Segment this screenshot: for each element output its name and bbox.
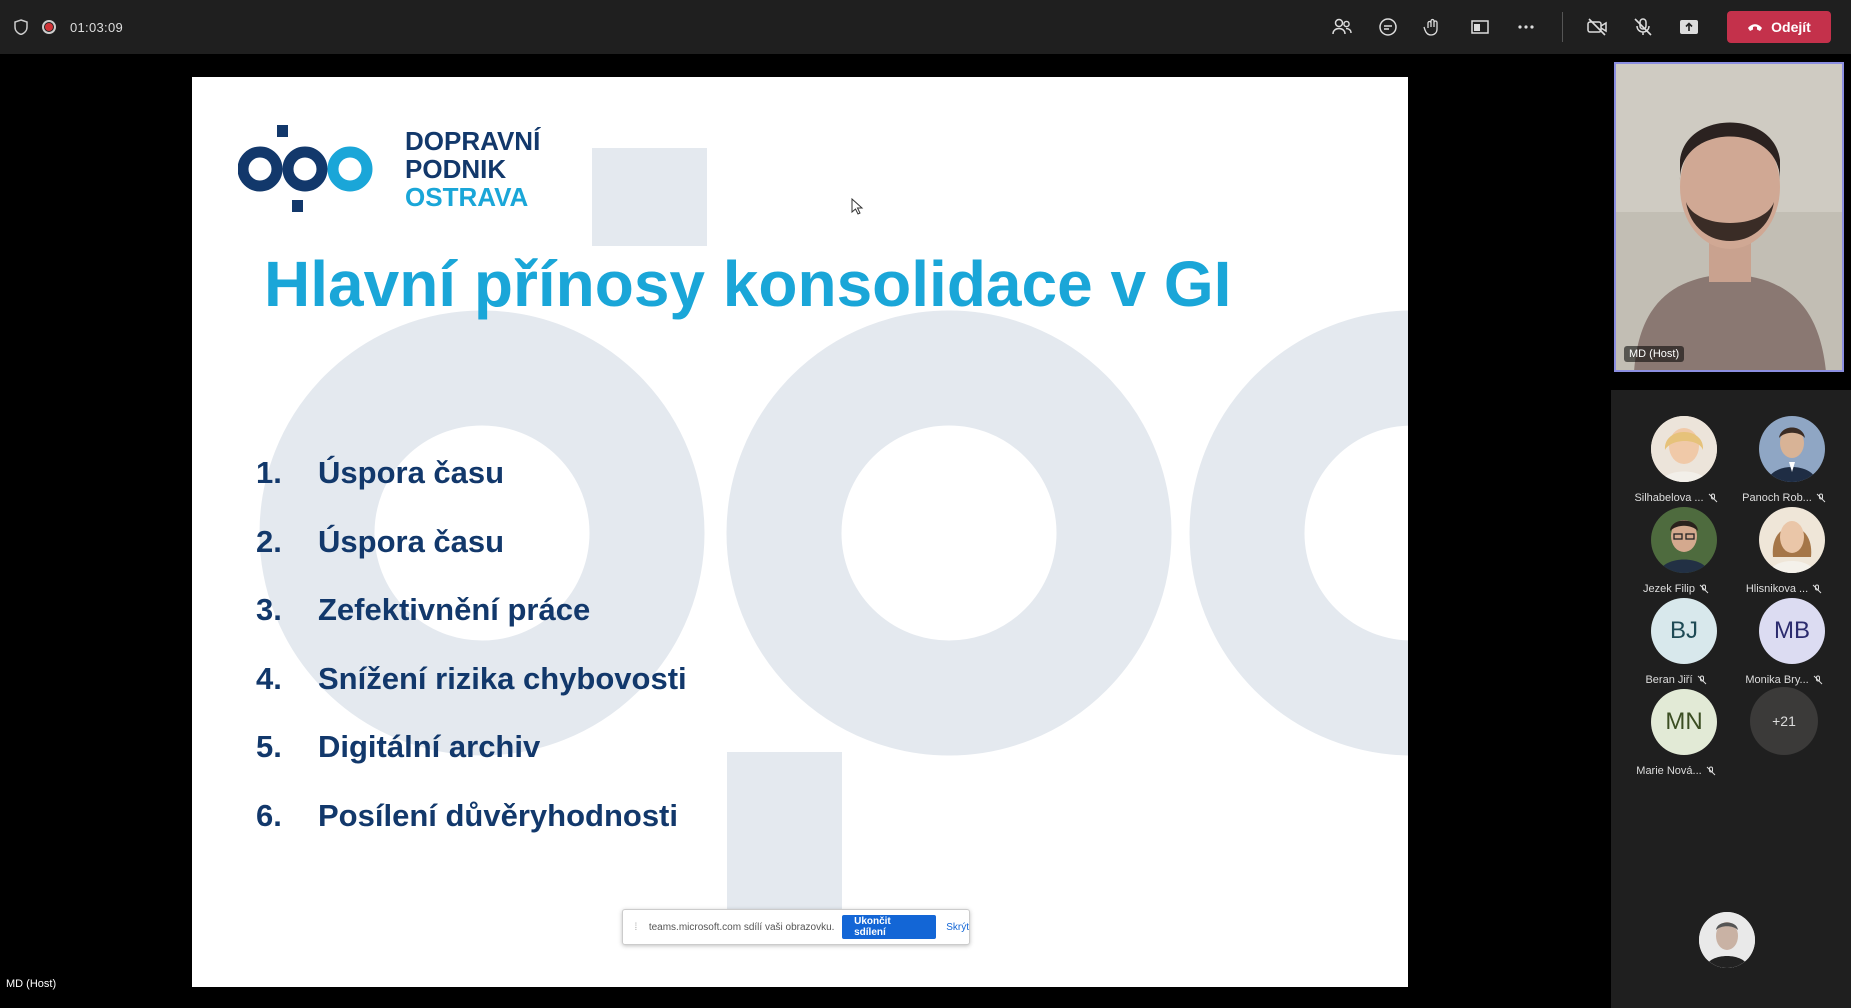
reactions-icon[interactable] — [1411, 7, 1457, 47]
mic-muted-icon — [1816, 493, 1826, 503]
list-item-text: Digitální archiv — [318, 729, 541, 764]
list-item-number: 6. — [256, 797, 282, 833]
list-item-text: Posílení důvěryhodnosti — [318, 797, 678, 833]
list-item-number: 5. — [256, 729, 282, 764]
participants-icon[interactable] — [1319, 7, 1365, 47]
meeting-toolbar: 01:03:09 Odejít — [0, 0, 1851, 54]
participant-tile[interactable]: Panoch Rob... — [1732, 416, 1842, 516]
participant-tile[interactable]: MB Monika Bry... — [1732, 598, 1842, 698]
avatar: BJ — [1651, 598, 1717, 664]
stop-sharing-button[interactable]: Ukončit sdílení — [842, 915, 937, 939]
camera-off-icon[interactable] — [1574, 7, 1620, 47]
list-item-number: 3. — [256, 592, 282, 627]
logo-line-1: DOPRAVNÍ — [405, 126, 541, 156]
avatar — [1759, 416, 1825, 482]
drag-handle-icon[interactable]: ⁞ — [629, 922, 643, 933]
share-message: teams.microsoft.com sdílí vaši obrazovku… — [648, 921, 835, 933]
leave-button[interactable]: Odejít — [1727, 11, 1831, 43]
participant-name: Beran Jiří — [1645, 674, 1693, 686]
recording-icon — [42, 20, 56, 34]
avatar: MB — [1759, 598, 1825, 664]
list-item-number: 1. — [256, 455, 282, 490]
mic-muted-icon — [1812, 584, 1822, 594]
view-icon[interactable] — [1457, 7, 1503, 47]
participant-name: Jezek Filip — [1643, 583, 1695, 595]
list-item: 1. Úspora času — [256, 455, 687, 524]
avatar — [1651, 507, 1717, 573]
active-speaker-video[interactable]: MD (Host) — [1614, 62, 1844, 372]
list-item-number: 2. — [256, 523, 282, 559]
presentation-slide: DOPRAVNÍ PODNIK OSTRAVA Hlavní přínosy k… — [192, 77, 1408, 987]
mic-muted-icon — [1708, 493, 1717, 503]
list-item: 6. Posílení důvěryhodnosti — [256, 798, 687, 867]
list-item: 5. Digitální archiv — [256, 729, 687, 798]
participant-tile[interactable]: Hlisnikova ... — [1732, 507, 1842, 607]
avatar-initials: MN — [1665, 708, 1703, 735]
avatar: MN — [1651, 689, 1717, 755]
logo-line-2: PODNIK — [405, 154, 507, 184]
logo-line-3: OSTRAVA — [405, 182, 529, 212]
participant-tile[interactable]: BJ Beran Jiří — [1624, 598, 1734, 698]
shield-icon — [14, 19, 28, 35]
list-item: 3. Zefektivnění práce — [256, 592, 687, 661]
list-item-text: Zefektivnění práce — [318, 592, 591, 627]
share-icon[interactable] — [1666, 7, 1712, 47]
avatar-initials: MB — [1774, 617, 1810, 644]
self-view-label: MD (Host) — [6, 978, 57, 990]
toolbar-separator — [1562, 12, 1563, 42]
avatar-initials: BJ — [1669, 617, 1698, 644]
list-item-text: Snížení rizika chybovosti — [318, 660, 687, 696]
list-item-number: 4. — [256, 660, 282, 696]
list-item: 2. Úspora času — [256, 524, 687, 593]
participant-tile[interactable]: Silhabelova ... — [1624, 416, 1734, 516]
participant-tile[interactable]: Jezek Filip — [1624, 507, 1734, 607]
more-participants-button[interactable]: +21 — [1750, 687, 1818, 755]
participant-name: Silhabelova ... — [1634, 492, 1704, 504]
participant-name: Monika Bry... — [1745, 674, 1809, 686]
mic-muted-icon — [1706, 766, 1716, 776]
list-item: 4. Snížení rizika chybovosti — [256, 661, 687, 730]
self-view-area — [1611, 878, 1851, 1008]
hide-share-bar-link[interactable]: Skrýt — [946, 922, 969, 933]
list-item-text: Úspora času — [318, 523, 505, 559]
hang-up-icon — [1748, 24, 1763, 31]
leave-button-label: Odejít — [1771, 19, 1811, 35]
mouse-cursor-icon — [851, 198, 864, 215]
participant-name: Hlisnikova ... — [1745, 583, 1809, 595]
benefits-list: 1. Úspora času 2. Úspora času 3. Zefektivně… — [256, 455, 687, 866]
participant-roster: Silhabelova ... Panoch Rob... Jezek Fili… — [1611, 390, 1851, 878]
mic-muted-icon — [1699, 584, 1709, 594]
screen-share-bar: ⁞ teams.microsoft.com sdílí vaši obrazov… — [622, 909, 970, 945]
speaker-video-image — [1616, 64, 1842, 370]
slide-title: Hlavní přínosy konsolidace v GI — [264, 248, 1232, 320]
participant-name: Panoch Rob... — [1742, 492, 1812, 504]
avatar — [1759, 507, 1825, 573]
participant-name: Marie Nová... — [1636, 765, 1702, 777]
video-name-label: MD (Host) — [1624, 346, 1685, 362]
dpo-logo-text: DOPRAVNÍ PODNIK OSTRAVA — [405, 127, 540, 211]
avatar — [1651, 416, 1717, 482]
list-item-text: Úspora času — [318, 455, 505, 490]
dpo-logo-icon — [238, 125, 373, 212]
mic-off-icon[interactable] — [1620, 7, 1666, 47]
chat-icon[interactable] — [1365, 7, 1411, 47]
meeting-timer: 01:03:09 — [70, 19, 124, 35]
mic-muted-icon — [1813, 675, 1823, 685]
more-icon[interactable] — [1503, 7, 1549, 47]
mic-muted-icon — [1697, 675, 1706, 685]
self-avatar — [1699, 912, 1755, 968]
participant-tile[interactable]: MN Marie Nová... — [1624, 689, 1734, 789]
